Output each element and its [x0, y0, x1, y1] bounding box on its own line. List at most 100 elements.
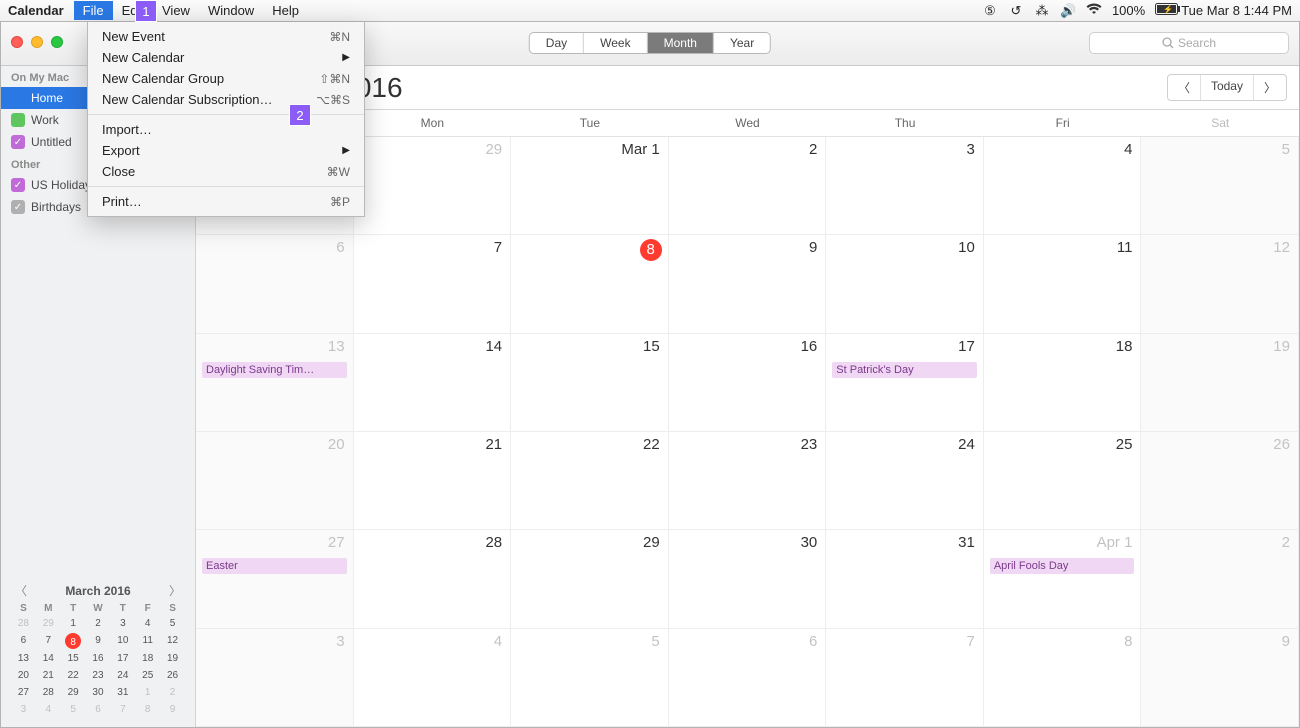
day-cell[interactable]: 5 [511, 629, 669, 727]
mini-day[interactable]: 27 [11, 685, 36, 700]
mini-day[interactable]: 3 [11, 702, 36, 717]
calendar-event[interactable]: April Fools Day [990, 558, 1135, 574]
mini-day[interactable]: 8 [65, 633, 81, 649]
wifi-icon[interactable] [1086, 3, 1102, 18]
mini-day[interactable]: 22 [61, 668, 86, 683]
day-cell[interactable]: 16 [669, 334, 827, 432]
view-year[interactable]: Year [714, 33, 770, 53]
day-cell[interactable]: 20 [196, 432, 354, 530]
checkbox-icon[interactable]: ✓ [11, 135, 25, 149]
day-cell[interactable]: 19 [1141, 334, 1299, 432]
mini-day[interactable]: 12 [160, 633, 185, 649]
calendar-event[interactable]: Easter [202, 558, 347, 574]
menu-file[interactable]: File [74, 1, 113, 20]
mini-day[interactable]: 11 [135, 633, 160, 649]
day-cell[interactable]: 2 [1141, 530, 1299, 628]
mini-day[interactable]: 29 [61, 685, 86, 700]
mini-next-month[interactable]: 〉 [165, 582, 185, 599]
volume-icon[interactable]: 🔊 [1060, 3, 1076, 19]
checkbox-icon[interactable]: ✓ [11, 200, 25, 214]
mini-day[interactable]: 7 [36, 633, 61, 649]
mini-day[interactable]: 14 [36, 651, 61, 666]
menu-export[interactable]: Export▶ [88, 140, 364, 161]
day-cell[interactable]: 4 [354, 629, 512, 727]
day-cell[interactable]: 24 [826, 432, 984, 530]
mini-day[interactable]: 13 [11, 651, 36, 666]
mini-day[interactable]: 19 [160, 651, 185, 666]
menu-new-event[interactable]: New Event⌘N [88, 26, 364, 47]
mini-day[interactable]: 1 [135, 685, 160, 700]
day-cell[interactable]: 28 [354, 530, 512, 628]
day-cell[interactable]: 22 [511, 432, 669, 530]
menu-import[interactable]: Import… [88, 119, 364, 140]
day-cell[interactable]: 11 [984, 235, 1142, 333]
menu-new-calendar-subscription[interactable]: New Calendar Subscription…⌥⌘S [88, 89, 364, 110]
day-cell[interactable]: 29 [511, 530, 669, 628]
day-cell[interactable]: 21 [354, 432, 512, 530]
menu-view[interactable]: View [153, 1, 199, 20]
zoom-window-button[interactable] [51, 36, 63, 48]
app-name[interactable]: Calendar [8, 3, 64, 18]
mini-day[interactable]: 5 [61, 702, 86, 717]
day-cell[interactable]: 2 [669, 137, 827, 235]
battery-percent[interactable]: 100% [1112, 3, 1145, 18]
menu-close[interactable]: Close⌘W [88, 161, 364, 182]
mini-day[interactable]: 4 [135, 616, 160, 631]
menu-print[interactable]: Print…⌘P [88, 191, 364, 212]
timemachine-icon[interactable]: ↺ [1008, 3, 1024, 19]
mini-day[interactable]: 5 [160, 616, 185, 631]
mini-day[interactable]: 21 [36, 668, 61, 683]
day-cell[interactable]: 8 [511, 235, 669, 333]
day-cell[interactable]: 27Easter [196, 530, 354, 628]
view-month[interactable]: Month [648, 33, 714, 53]
day-cell[interactable]: 5 [1141, 137, 1299, 235]
day-cell[interactable]: 9 [1141, 629, 1299, 727]
mini-day[interactable]: 20 [11, 668, 36, 683]
mini-day[interactable]: 30 [86, 685, 111, 700]
mini-day[interactable]: 6 [11, 633, 36, 649]
day-cell[interactable]: 15 [511, 334, 669, 432]
mini-day[interactable]: 1 [61, 616, 86, 631]
shield-icon[interactable]: ⑤ [982, 3, 998, 19]
day-cell[interactable]: 31 [826, 530, 984, 628]
bluetooth-icon[interactable]: ⁂ [1034, 3, 1050, 19]
view-day[interactable]: Day [530, 33, 584, 53]
mini-day[interactable]: 10 [110, 633, 135, 649]
day-cell[interactable]: 6 [669, 629, 827, 727]
mini-day[interactable]: 24 [110, 668, 135, 683]
mini-day[interactable]: 9 [86, 633, 111, 649]
mini-day[interactable]: 18 [135, 651, 160, 666]
day-cell[interactable]: 7 [354, 235, 512, 333]
day-cell[interactable]: 12 [1141, 235, 1299, 333]
mini-day[interactable]: 9 [160, 702, 185, 717]
battery-icon[interactable]: ⚡ [1155, 3, 1171, 18]
day-cell[interactable]: 17St Patrick's Day [826, 334, 984, 432]
day-cell[interactable]: 25 [984, 432, 1142, 530]
day-cell[interactable]: 18 [984, 334, 1142, 432]
menu-new-calendar-group[interactable]: New Calendar Group⇧⌘N [88, 68, 364, 89]
mini-day[interactable]: 7 [110, 702, 135, 717]
day-cell[interactable]: Mar 1 [511, 137, 669, 235]
mini-day[interactable]: 26 [160, 668, 185, 683]
search-input[interactable]: Search [1089, 32, 1289, 54]
mini-day[interactable]: 31 [110, 685, 135, 700]
day-cell[interactable]: 4 [984, 137, 1142, 235]
day-cell[interactable]: 3 [196, 629, 354, 727]
mini-day[interactable]: 4 [36, 702, 61, 717]
day-cell[interactable]: 23 [669, 432, 827, 530]
mini-prev-month[interactable]: 〈 [11, 582, 31, 599]
day-cell[interactable]: 3 [826, 137, 984, 235]
view-week[interactable]: Week [584, 33, 647, 53]
day-cell[interactable]: 9 [669, 235, 827, 333]
day-cell[interactable]: 14 [354, 334, 512, 432]
mini-day[interactable]: 29 [36, 616, 61, 631]
mini-day[interactable]: 28 [11, 616, 36, 631]
mini-day[interactable]: 3 [110, 616, 135, 631]
calendar-event[interactable]: St Patrick's Day [832, 362, 977, 378]
checkbox-icon[interactable] [11, 91, 25, 105]
checkbox-icon[interactable]: ✓ [11, 178, 25, 192]
mini-day[interactable]: 2 [86, 616, 111, 631]
day-cell[interactable]: 8 [984, 629, 1142, 727]
menu-window[interactable]: Window [199, 1, 263, 20]
day-cell[interactable]: 29 [354, 137, 512, 235]
